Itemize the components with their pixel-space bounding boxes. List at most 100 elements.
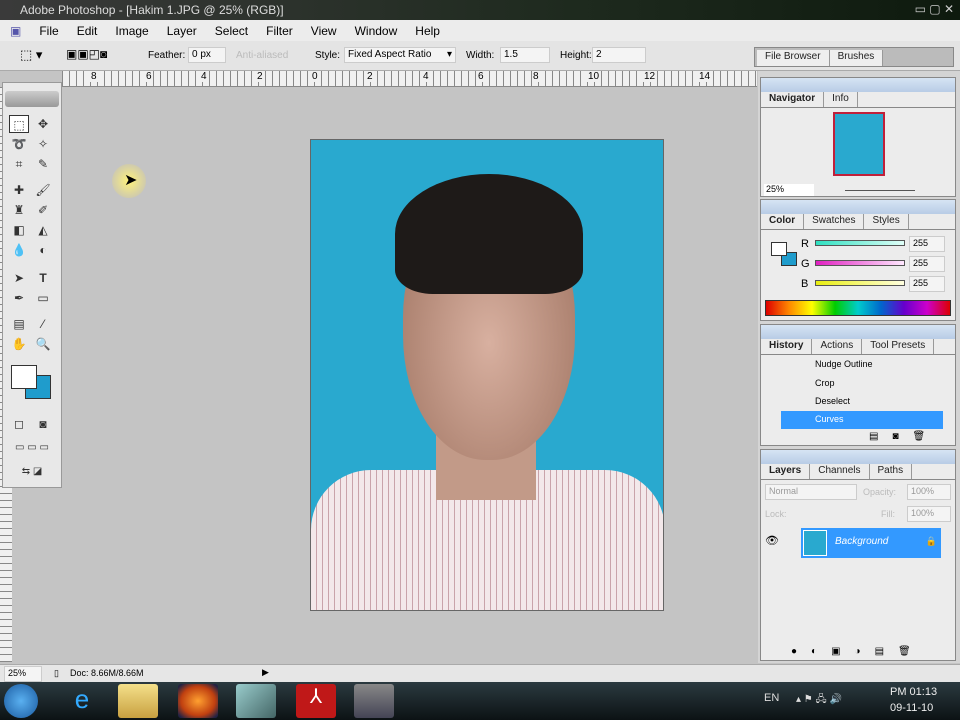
g-slider[interactable]	[815, 260, 905, 266]
width-input[interactable]: 1.5	[500, 47, 550, 63]
acrobat-icon[interactable]: ⅄	[296, 684, 336, 718]
foreground-color-swatch[interactable]	[11, 365, 37, 389]
type-tool-icon[interactable]: T	[33, 269, 53, 287]
blend-mode-select[interactable]: Normal	[765, 484, 857, 500]
tab-layers[interactable]: Layers	[761, 464, 811, 479]
dodge-tool-icon[interactable]: ◐	[33, 241, 53, 259]
tab-color[interactable]: Color	[761, 214, 805, 229]
menu-select[interactable]: Select	[215, 24, 248, 38]
menu-view[interactable]: View	[311, 24, 337, 38]
tab-tool-presets[interactable]: Tool Presets	[862, 339, 935, 354]
navigator-thumbnail[interactable]	[833, 112, 885, 176]
menu-window[interactable]: Window	[355, 24, 398, 38]
explorer-icon[interactable]	[118, 684, 158, 718]
history-footer-icons[interactable]: ▤◙🗑	[869, 431, 939, 442]
hand-tool-icon[interactable]: ✋	[9, 335, 29, 353]
tray-icons[interactable]: ▴ ⚑ 🖧 🔊	[796, 692, 842, 709]
anti-aliased-checkbox[interactable]: Anti-aliased	[236, 50, 288, 61]
quick-mask-icon[interactable]: ◙	[33, 415, 53, 433]
history-item[interactable]: Deselect	[781, 393, 943, 411]
tab-paths[interactable]: Paths	[870, 464, 913, 479]
blur-tool-icon[interactable]: 💧	[9, 241, 29, 259]
app-icon[interactable]: ▣	[10, 24, 21, 38]
notes-tool-icon[interactable]: ▤	[9, 315, 29, 333]
language-indicator[interactable]: EN	[764, 692, 779, 704]
tab-info[interactable]: Info	[824, 92, 858, 107]
crop-tool-icon[interactable]: ⌗	[9, 155, 29, 173]
menu-layer[interactable]: Layer	[167, 24, 197, 38]
navigator-zoom-slider[interactable]	[845, 190, 915, 191]
paint-bucket-icon[interactable]: ◭	[33, 221, 53, 239]
app-icon-glass[interactable]	[236, 684, 276, 718]
tab-styles[interactable]: Styles	[864, 214, 909, 229]
color-fg-swatch[interactable]	[771, 242, 787, 256]
style-select[interactable]: Fixed Aspect Ratio ▾	[344, 47, 456, 63]
status-zoom-input[interactable]: 25%	[4, 666, 42, 682]
start-button[interactable]	[4, 684, 38, 718]
history-item[interactable]: Crop	[781, 375, 943, 393]
menu-help[interactable]: Help	[415, 24, 440, 38]
opacity-input[interactable]: 100%	[907, 484, 951, 500]
layer-row[interactable]: Background 🔒	[801, 528, 941, 558]
tab-file-browser[interactable]: File Browser	[757, 50, 830, 66]
menu-edit[interactable]: Edit	[77, 24, 98, 38]
clock-time[interactable]: PM 01:13	[890, 686, 937, 698]
lasso-tool-icon[interactable]: ➰	[9, 135, 29, 153]
ruler-tick: 8	[90, 71, 98, 82]
menu-image[interactable]: Image	[115, 24, 148, 38]
layers-footer-icons[interactable]: ●◐▣◑▤🗑	[791, 646, 925, 657]
tab-history[interactable]: History	[761, 339, 813, 354]
clone-stamp-icon[interactable]: ♜	[9, 201, 29, 219]
eraser-icon[interactable]: ◧	[9, 221, 29, 239]
slice-tool-icon[interactable]: ✎	[33, 155, 53, 173]
panel-header	[761, 450, 955, 464]
menu-file[interactable]: File	[39, 24, 58, 38]
ruler-tick: 6	[145, 71, 153, 82]
selection-mode-icons[interactable]: ▣▣◰◙	[66, 47, 107, 61]
navigator-zoom-input[interactable]: 25%	[764, 184, 814, 196]
history-item-selected[interactable]: Curves	[781, 411, 943, 429]
tab-channels[interactable]: Channels	[810, 464, 870, 479]
tab-swatches[interactable]: Swatches	[804, 214, 865, 229]
pen-tool-icon[interactable]: ✒	[9, 289, 29, 307]
window-controls[interactable]: ▭ ▢ ✕	[915, 2, 954, 16]
g-value-input[interactable]: 255	[909, 256, 945, 272]
marquee-preset-icon[interactable]: ⬚ ▾	[20, 47, 42, 63]
zoom-tool-icon[interactable]: 🔍	[33, 335, 53, 353]
b-slider[interactable]	[815, 280, 905, 286]
tab-navigator[interactable]: Navigator	[761, 92, 825, 107]
adobe-logo[interactable]	[5, 91, 59, 107]
tab-actions[interactable]: Actions	[812, 339, 863, 354]
move-tool-icon[interactable]: ✥	[33, 115, 53, 133]
healing-brush-icon[interactable]: ✚	[9, 181, 29, 199]
ie-icon[interactable]: e	[62, 684, 102, 718]
firefox-icon[interactable]	[178, 684, 218, 718]
menu-filter[interactable]: Filter	[266, 24, 293, 38]
shape-tool-icon[interactable]: ▭	[33, 289, 53, 307]
clock-date[interactable]: 09-11-10	[890, 702, 933, 714]
eye-icon[interactable]: 👁	[765, 534, 779, 547]
tab-brushes[interactable]: Brushes	[829, 50, 884, 66]
fill-input[interactable]: 100%	[907, 506, 951, 522]
screen-mode-icons[interactable]: ▭ ▭ ▭	[7, 439, 57, 457]
height-input[interactable]: 2	[592, 47, 646, 63]
ruler-tick: 10	[587, 71, 601, 82]
document-canvas[interactable]	[310, 139, 664, 611]
standard-mode-icon[interactable]: ◻	[9, 415, 29, 433]
path-selection-icon[interactable]: ➤	[9, 269, 29, 287]
status-menu-arrow[interactable]: ▶	[262, 667, 269, 678]
b-value-input[interactable]: 255	[909, 276, 945, 292]
eyedropper-icon[interactable]: ⁄	[33, 315, 53, 333]
feather-input[interactable]: 0 px	[188, 47, 226, 63]
history-brush-icon[interactable]: ✐	[33, 201, 53, 219]
history-item[interactable]: Nudge Outline	[781, 356, 943, 374]
magic-wand-icon[interactable]: ✧	[33, 135, 53, 153]
jump-to-imageready-icon[interactable]: ⇆ ◪	[7, 463, 57, 481]
r-value-input[interactable]: 255	[909, 236, 945, 252]
color-ramp[interactable]	[765, 300, 951, 316]
r-slider[interactable]	[815, 240, 905, 246]
marquee-tool-icon[interactable]: ⬚	[9, 115, 29, 133]
feather-label: Feather:	[148, 50, 186, 61]
photoshop-taskbar-icon[interactable]	[354, 684, 394, 718]
brush-tool-icon[interactable]: 🖌	[33, 181, 53, 199]
